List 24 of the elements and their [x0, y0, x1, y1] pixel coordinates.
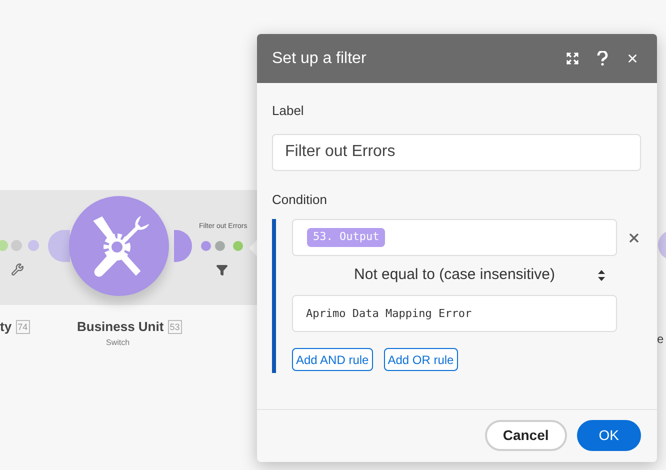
- module-id-badge: 74: [16, 320, 30, 334]
- sort-arrows-icon: [598, 270, 605, 281]
- expand-icon[interactable]: [566, 52, 579, 65]
- filter-icon: [216, 264, 228, 276]
- add-rule-button[interactable]: Add AND rule: [292, 348, 373, 371]
- cancel-button[interactable]: Cancel: [484, 420, 567, 451]
- close-icon[interactable]: [626, 52, 639, 65]
- module-name: e: [657, 331, 664, 348]
- field-caption: Label: [272, 102, 305, 120]
- remove-condition-icon[interactable]: [627, 231, 641, 245]
- module-name: ty: [0, 318, 12, 336]
- module-type: Switch: [106, 337, 130, 349]
- operator-select[interactable]: Not equal to (case insensitive): [292, 256, 617, 295]
- field-caption: Condition: [272, 190, 328, 208]
- label-field[interactable]: Filter out Errors: [272, 134, 641, 170]
- ok-button[interactable]: OK: [576, 420, 641, 451]
- variable-tag: 53. Output: [307, 228, 386, 247]
- wrench-icon: [11, 263, 24, 276]
- help-icon[interactable]: [597, 51, 608, 66]
- module-id-badge: 53: [168, 320, 182, 334]
- add-rule-button[interactable]: Add OR rule: [384, 348, 458, 371]
- value-field[interactable]: Aprimo Data Mapping Error: [292, 295, 617, 332]
- module-name: Business Unit: [77, 318, 164, 336]
- dialog-title: Set up a filter: [272, 48, 368, 68]
